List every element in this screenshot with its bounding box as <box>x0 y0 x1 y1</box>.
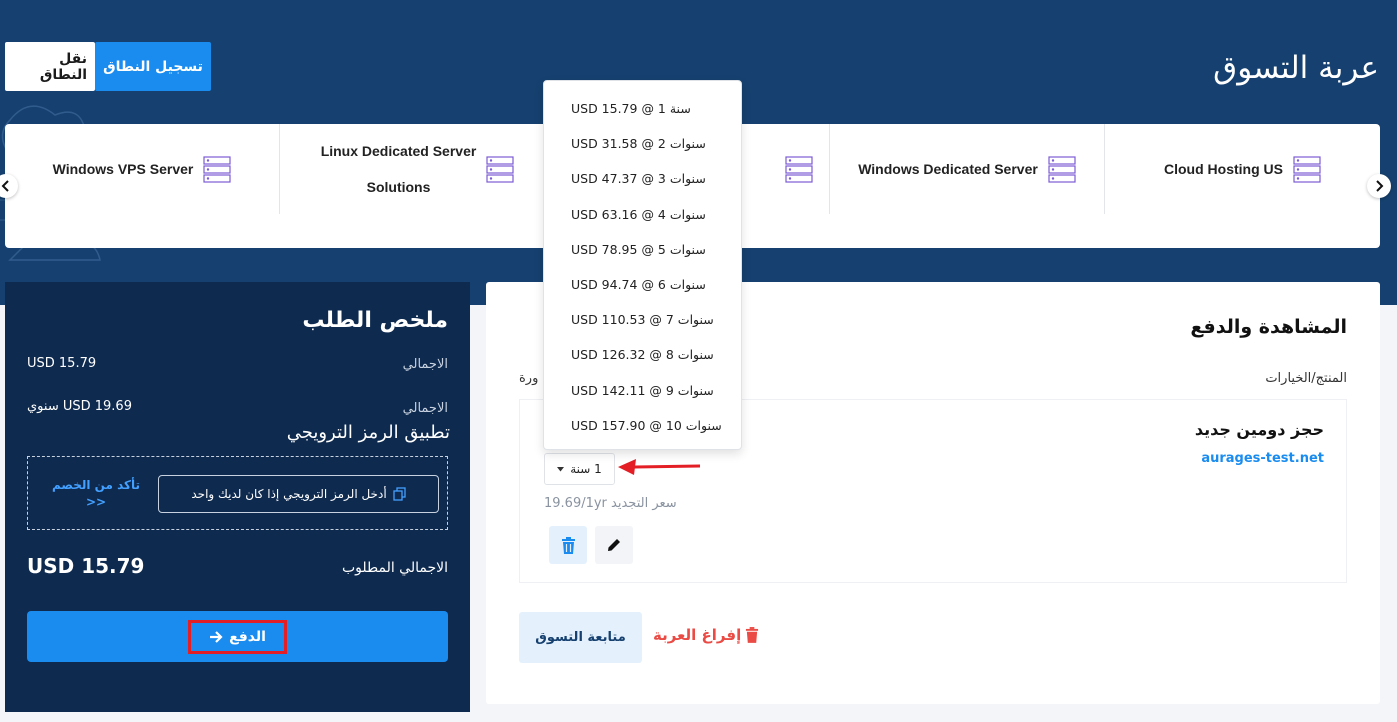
dropdown-option[interactable]: USD 157.90 @ 10 سنوات <box>544 408 741 443</box>
server-icon <box>1048 156 1076 183</box>
pencil-icon <box>608 539 620 551</box>
dropdown-option-label: USD 15.79 @ 1 سنة <box>571 101 691 117</box>
promo-code-placeholder: أدخل الرمز الترويجي إذا كان لديك واحد <box>191 487 387 501</box>
dropdown-option-label: USD 142.11 @ 9 سنوات <box>571 382 714 398</box>
trash-icon <box>561 536 575 554</box>
billing-period-dropdown: USD 15.79 @ 1 سنة USD 31.58 @ 2 سنوات US… <box>543 80 742 450</box>
promo-apply-button[interactable]: تأكد من الخصم >> <box>46 477 146 511</box>
recurring-value: USD 19.69 سنوي <box>27 399 132 414</box>
server-icon <box>785 156 813 183</box>
carousel-next-button[interactable] <box>1367 174 1391 198</box>
billing-period-select[interactable]: 1 سنة <box>544 453 615 485</box>
order-summary-title: ملخص الطلب <box>302 308 448 333</box>
carousel-item-windows-vps[interactable]: Windows VPS Server <box>5 124 279 214</box>
column-header-price: ورة <box>519 371 539 386</box>
review-title: المشاهدة والدفع <box>1190 316 1347 338</box>
carousel-item-label: Windows Dedicated Server <box>858 161 1038 177</box>
dropdown-option[interactable]: USD 94.74 @ 6 سنوات <box>544 267 741 302</box>
trash-icon <box>746 627 759 643</box>
carousel-item-label-group: Linux Dedicated Server Solutions <box>321 133 477 205</box>
empty-cart-label: إفراغ العربة <box>653 626 742 644</box>
tab-domain-transfer[interactable]: نقل النطاق <box>5 42 95 91</box>
dropdown-option-label: USD 31.58 @ 2 سنوات <box>571 136 706 152</box>
page-title: عربة التسوق <box>1213 50 1379 86</box>
dropdown-option[interactable]: USD 47.37 @ 3 سنوات <box>544 161 741 196</box>
caret-down-icon <box>557 466 565 471</box>
order-summary-panel: ملخص الطلب الاجمالي USD 15.79 الاجمالي U… <box>5 282 470 712</box>
dropdown-option[interactable]: USD 126.32 @ 8 سنوات <box>544 337 741 372</box>
carousel-item-windows-dedicated[interactable]: Windows Dedicated Server <box>830 124 1104 214</box>
dropdown-option-label: USD 78.95 @ 5 سنوات <box>571 241 706 257</box>
server-icon <box>486 156 514 183</box>
carousel-item-cloud-hosting[interactable]: Cloud Hosting US <box>1105 124 1380 214</box>
empty-cart-button[interactable]: إفراغ العربة <box>653 626 759 644</box>
domain-tabs: نقل النطاق تسجيل النطاق <box>5 42 211 91</box>
total-due-value: USD 15.79 <box>27 554 145 578</box>
dropdown-option[interactable]: USD 78.95 @ 5 سنوات <box>544 232 741 267</box>
carousel-item-label: Linux Dedicated Server <box>320 143 477 159</box>
carousel-divider <box>1104 124 1105 214</box>
promo-code-box: أدخل الرمز الترويجي إذا كان لديك واحد تأ… <box>27 456 448 530</box>
renewal-price: سعر التجديد 19.69/1yr <box>544 496 677 511</box>
promo-apply-label: تأكد من الخصم <box>51 478 140 492</box>
carousel-item-label-line2: Solutions <box>366 179 431 195</box>
checkout-button[interactable]: الدفع <box>27 611 448 662</box>
total-due-label: الاجمالي المطلوب <box>341 560 448 576</box>
continue-shopping-button[interactable]: متابعة التسوق <box>519 612 642 663</box>
server-icon <box>203 156 231 183</box>
dropdown-option[interactable]: USD 31.58 @ 2 سنوات <box>544 126 741 161</box>
dropdown-option[interactable]: USD 63.16 @ 4 سنوات <box>544 197 741 232</box>
carousel-divider <box>829 124 830 214</box>
checkout-label: الدفع <box>229 628 266 645</box>
edit-item-button[interactable] <box>595 526 633 564</box>
dropdown-option-label: USD 126.32 @ 8 سنوات <box>571 347 714 363</box>
carousel-item-label: Windows VPS Server <box>52 161 194 177</box>
copy-icon <box>393 487 406 501</box>
carousel-item-linux-dedicated[interactable]: Linux Dedicated Server Solutions <box>280 124 555 214</box>
dropdown-option-label: USD 47.37 @ 3 سنوات <box>571 171 706 187</box>
dropdown-option-label: USD 94.74 @ 6 سنوات <box>571 277 706 293</box>
column-header-product: المنتج/الخيارات <box>1265 371 1347 386</box>
tab-domain-register[interactable]: تسجيل النطاق <box>95 42 211 91</box>
subtotal-value: USD 15.79 <box>27 356 97 371</box>
cart-item-domain[interactable]: aurages-test.net <box>1201 451 1324 466</box>
dropdown-option-label: USD 157.90 @ 10 سنوات <box>571 417 722 433</box>
cart-item-title: حجز دومين جديد <box>1194 420 1324 439</box>
dropdown-option-label: USD 110.53 @ 7 سنوات <box>571 312 714 328</box>
dropdown-option[interactable]: USD 15.79 @ 1 سنة <box>544 91 741 126</box>
billing-period-value: 1 سنة <box>570 462 602 476</box>
delete-item-button[interactable] <box>549 526 587 564</box>
promo-code-title: تطبيق الرمز الترويجي <box>286 422 450 443</box>
dropdown-option[interactable]: USD 110.53 @ 7 سنوات <box>544 302 741 337</box>
annotation-arrow-icon <box>618 459 701 475</box>
server-icon <box>1293 156 1321 183</box>
checkout-highlight: الدفع <box>188 619 287 654</box>
carousel-item-label: Cloud Hosting US <box>1164 161 1283 177</box>
recurring-label: الاجمالي <box>402 401 448 416</box>
chevron-right-icon <box>1376 180 1384 192</box>
subtotal-label: الاجمالي <box>402 357 448 372</box>
promo-code-input[interactable]: أدخل الرمز الترويجي إذا كان لديك واحد <box>158 475 439 513</box>
promo-apply-arrow: >> <box>85 495 107 509</box>
dropdown-option-label: USD 63.16 @ 4 سنوات <box>571 206 706 222</box>
dropdown-option[interactable]: USD 142.11 @ 9 سنوات <box>544 373 741 408</box>
arrow-right-icon <box>210 630 223 643</box>
chevron-left-icon <box>1 180 9 192</box>
